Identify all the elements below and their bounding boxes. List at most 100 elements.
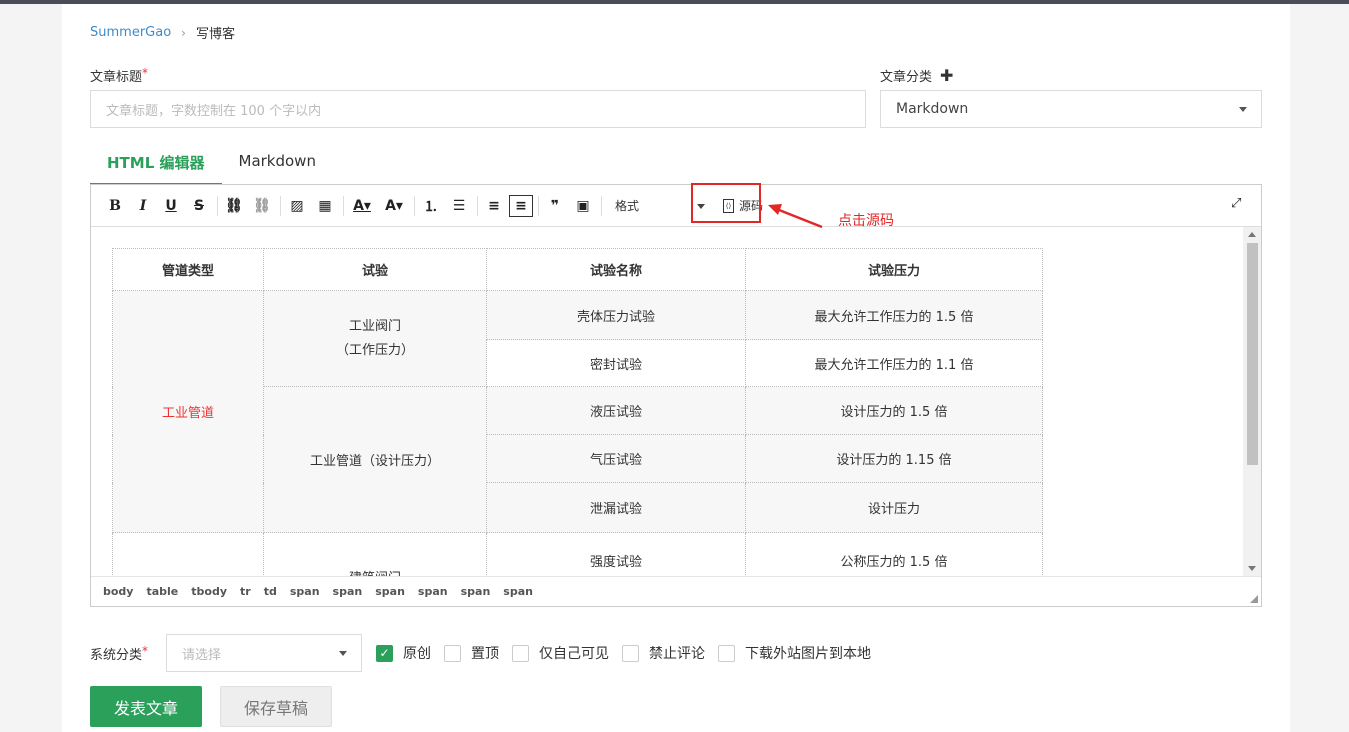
rich-text-editor: B I U S ⛓ ⛓ ▨ ▦ A▾ A▾ ⒈ ☰ ≡ ≡ ❞ ▣ 格式 ⟨⟩ …: [90, 183, 1262, 607]
publish-button[interactable]: 发表文章: [90, 686, 202, 727]
scroll-down-icon[interactable]: [1248, 566, 1256, 571]
path-item[interactable]: tbody: [191, 585, 227, 598]
test-name-cell: 密封试验: [486, 339, 746, 387]
path-item[interactable]: span: [375, 585, 405, 598]
background-color-icon[interactable]: A▾: [379, 194, 409, 218]
checkbox-box[interactable]: [444, 644, 461, 662]
annotation-arrow-icon: [768, 204, 823, 229]
checkbox-original[interactable]: ✓ 原创: [376, 643, 431, 663]
path-item[interactable]: span: [461, 585, 491, 598]
chevron-down-icon: [1239, 107, 1247, 112]
bold-icon[interactable]: B: [102, 194, 128, 218]
test-name-cell: 泄漏试验: [486, 482, 746, 533]
title-label: 文章标题*: [90, 66, 148, 85]
test-name-cell: 气压试验: [486, 434, 746, 483]
table-icon[interactable]: ▦: [312, 194, 338, 218]
path-item[interactable]: span: [503, 585, 533, 598]
checkbox-download-images[interactable]: 下载外站图片到本地: [718, 643, 871, 663]
editor-content[interactable]: 管道类型 试验 试验名称 试验压力 工业管道 工业阀门 （工作压力） 壳体压力试…: [91, 227, 1244, 576]
path-item[interactable]: tr: [240, 585, 251, 598]
path-item[interactable]: table: [146, 585, 178, 598]
path-item[interactable]: span: [333, 585, 363, 598]
checkbox-box[interactable]: [622, 644, 639, 662]
checkbox-label: 禁止评论: [649, 646, 705, 662]
resize-handle-icon[interactable]: [1250, 595, 1258, 603]
scroll-up-icon[interactable]: [1248, 232, 1256, 237]
italic-icon[interactable]: I: [130, 194, 156, 218]
editor-tabs: HTML 编辑器 Markdown: [90, 145, 333, 185]
tab-markdown[interactable]: Markdown: [222, 145, 333, 185]
editor-toolbar: B I U S ⛓ ⛓ ▨ ▦ A▾ A▾ ⒈ ☰ ≡ ≡ ❞ ▣ 格式 ⟨⟩ …: [91, 183, 1261, 227]
chevron-down-icon: [339, 651, 347, 656]
underline-icon[interactable]: U: [158, 194, 184, 218]
table-row: 建筑阀门 强度试验 公称压力的 1.5 倍: [112, 532, 1043, 576]
toolbar-divider: [343, 195, 344, 216]
system-category-select[interactable]: 请选择: [166, 634, 362, 672]
required-mark: *: [142, 644, 149, 658]
required-mark: *: [142, 66, 149, 80]
bullet-list-icon[interactable]: ☰: [446, 194, 472, 218]
link-icon[interactable]: ⛓: [221, 194, 247, 218]
toolbar-divider: [414, 195, 415, 216]
test-pressure-cell: 最大允许工作压力的 1.5 倍: [745, 290, 1043, 340]
system-category-label-text: 系统分类: [90, 648, 143, 663]
checkmark-icon[interactable]: ✓: [376, 644, 393, 662]
image-icon[interactable]: ▨: [284, 194, 310, 218]
toolbar-divider: [477, 195, 478, 216]
table-row: 工业管道 工业阀门 （工作压力） 壳体压力试验 最大允许工作压力的 1.5 倍: [112, 290, 1043, 533]
fullscreen-icon[interactable]: ⤢: [1231, 197, 1245, 211]
system-category-label: 系统分类*: [90, 644, 148, 663]
test-name-cell: 强度试验: [486, 532, 746, 576]
quote-icon[interactable]: ❞: [542, 194, 568, 218]
checkbox-label: 仅自己可见: [539, 646, 609, 662]
format-select-label: 格式: [615, 199, 640, 213]
clear-format-icon[interactable]: ▣: [570, 194, 596, 218]
category-select[interactable]: Markdown: [880, 90, 1262, 128]
category-label-text: 文章分类: [880, 70, 933, 85]
pipe-type-cell: [112, 532, 264, 576]
path-item[interactable]: span: [418, 585, 448, 598]
title-label-text: 文章标题: [90, 70, 143, 85]
path-item[interactable]: span: [290, 585, 320, 598]
valve-sublabel: （工作压力）: [335, 342, 414, 358]
checkbox-private[interactable]: 仅自己可见: [512, 643, 609, 663]
align-left-icon[interactable]: ≡: [481, 194, 507, 218]
plus-icon[interactable]: ✚: [940, 66, 953, 85]
tab-html-editor[interactable]: HTML 编辑器: [90, 145, 222, 185]
toolbar-divider: [280, 195, 281, 216]
checkbox-box[interactable]: [718, 644, 735, 662]
checkbox-pin-top[interactable]: 置顶: [444, 643, 499, 663]
valve-label: 工业阀门: [348, 318, 401, 334]
checkbox-box[interactable]: [512, 644, 529, 662]
test-pressure-cell: 最大允许工作压力的 1.1 倍: [745, 339, 1043, 387]
test-cell: 工业阀门 （工作压力）: [263, 290, 487, 387]
checkbox-label: 置顶: [471, 646, 499, 662]
breadcrumb-user-link[interactable]: SummerGao: [90, 25, 171, 40]
test-cell: 工业管道（设计压力）: [263, 386, 487, 533]
strikethrough-icon[interactable]: S: [186, 194, 212, 218]
path-item[interactable]: body: [103, 585, 133, 598]
checkbox-disable-comments[interactable]: 禁止评论: [622, 643, 705, 663]
save-draft-button[interactable]: 保存草稿: [220, 686, 332, 727]
checkbox-label: 下载外站图片到本地: [745, 646, 871, 662]
font-color-icon[interactable]: A▾: [347, 194, 377, 218]
test-pressure-cell: 设计压力的 1.15 倍: [745, 434, 1043, 483]
ordered-list-icon[interactable]: ⒈: [418, 194, 444, 218]
path-item[interactable]: td: [264, 585, 277, 598]
table-header-cell: 试验压力: [745, 248, 1043, 291]
chevron-right-icon: ›: [181, 25, 186, 40]
source-highlight-box: [691, 183, 761, 223]
test-name-cell: 液压试验: [486, 386, 746, 435]
toolbar-divider: [217, 195, 218, 216]
unlink-icon[interactable]: ⛓: [249, 194, 275, 218]
align-center-icon[interactable]: ≡: [509, 194, 533, 217]
scrollbar-thumb[interactable]: [1247, 243, 1258, 465]
editor-scrollbar[interactable]: [1243, 227, 1261, 576]
test-pressure-cell: 公称压力的 1.5 倍: [745, 532, 1043, 576]
test-pressure-cell: 设计压力: [745, 482, 1043, 533]
breadcrumb-current: 写博客: [195, 27, 235, 42]
system-category-placeholder: 请选择: [182, 647, 222, 663]
breadcrumb: SummerGao › 写博客: [90, 23, 235, 42]
title-input[interactable]: 文章标题，字数控制在 100 个字以内: [90, 90, 866, 128]
title-placeholder: 文章标题，字数控制在 100 个字以内: [106, 103, 322, 119]
